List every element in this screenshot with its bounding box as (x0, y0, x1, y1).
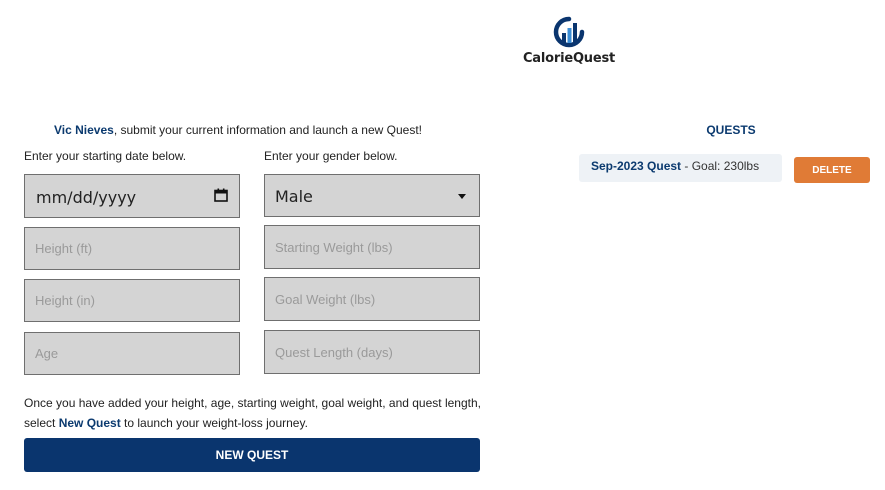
start-date-input[interactable]: mm/dd/yyyy (24, 174, 240, 218)
gender-value: Male (275, 187, 313, 206)
height-in-input[interactable] (25, 280, 239, 321)
start-weight-field[interactable] (264, 225, 480, 269)
height-ft-field[interactable] (24, 227, 240, 270)
gender-hint: Enter your gender below. (264, 149, 398, 163)
gender-select[interactable]: Male (264, 174, 480, 217)
date-value: mm/dd/yyyy (36, 188, 137, 207)
quest-length-field[interactable] (264, 330, 480, 374)
start-weight-input[interactable] (265, 226, 479, 268)
quests-heading: QUESTS (706, 123, 756, 137)
height-ft-input[interactable] (25, 228, 239, 269)
user-name: Vic Nieves (54, 123, 114, 137)
quest-name: Sep-2023 Quest (591, 159, 682, 173)
instructions-after: to launch your weight-loss journey. (120, 416, 308, 430)
goal-weight-input[interactable] (265, 278, 479, 320)
intro-message: , submit your current information and la… (113, 123, 422, 137)
instructions-text: Once you have added your height, age, st… (24, 393, 484, 433)
date-hint: Enter your starting date below. (24, 149, 187, 163)
calendar-icon[interactable] (214, 188, 228, 202)
quest-goal: - Goal: 230lbs (681, 159, 760, 173)
brand-name: CalorieQuest (522, 51, 616, 66)
quest-list-item[interactable]: Sep-2023 Quest - Goal: 230lbs (579, 154, 782, 182)
intro-text: Vic Nieves, submit your current informat… (54, 123, 422, 137)
bar-chart-circle-icon (553, 16, 585, 48)
height-in-field[interactable] (24, 279, 240, 322)
delete-quest-button[interactable]: DELETE (794, 157, 870, 183)
age-input[interactable] (25, 333, 239, 374)
app-logo: CalorieQuest (519, 16, 619, 70)
instructions-highlight: New Quest (58, 416, 121, 430)
age-field[interactable] (24, 332, 240, 375)
caret-down-icon (458, 194, 466, 199)
goal-weight-field[interactable] (264, 277, 480, 321)
quest-length-input[interactable] (265, 331, 479, 373)
new-quest-button[interactable]: NEW QUEST (24, 438, 480, 472)
